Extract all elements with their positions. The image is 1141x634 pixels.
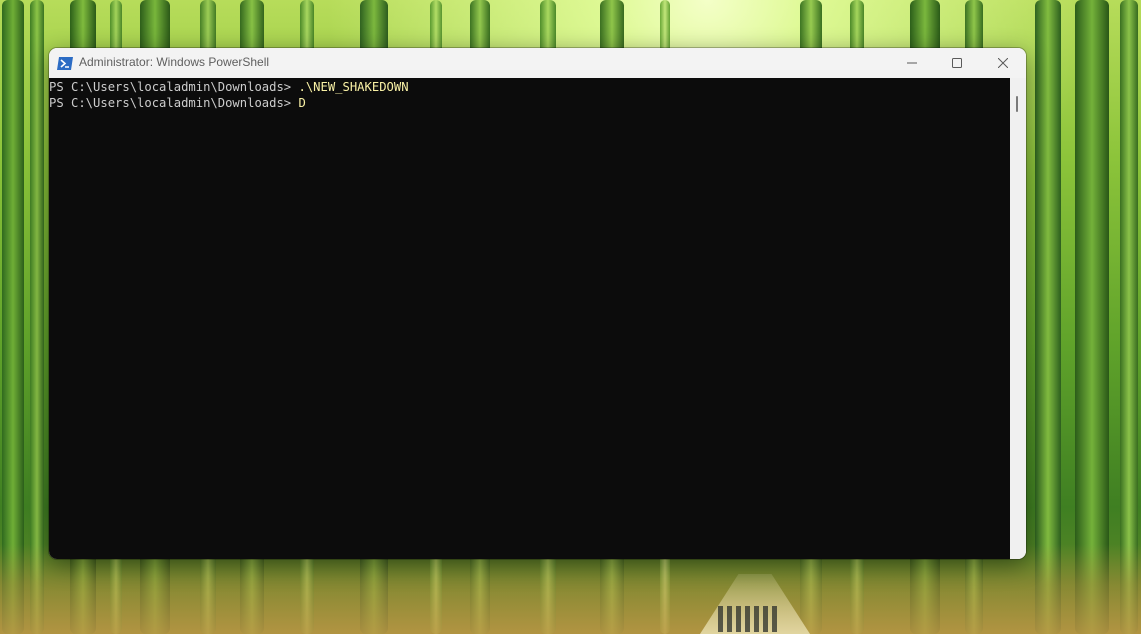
maximize-button[interactable] [934, 48, 980, 78]
powershell-window[interactable]: Administrator: Windows PowerShell PS C:\… [49, 48, 1026, 559]
title-bar[interactable]: Administrator: Windows PowerShell [49, 48, 1026, 78]
console-prompt: PS C:\Users\localadmin\Downloads> [49, 80, 299, 94]
bamboo-stalk [30, 0, 44, 634]
vertical-scrollbar[interactable] [1010, 78, 1026, 559]
console-prompt: PS C:\Users\localadmin\Downloads> [49, 96, 299, 110]
bamboo-stalk [1075, 0, 1109, 634]
console-line: PS C:\Users\localadmin\Downloads> D [49, 95, 306, 111]
close-icon [998, 58, 1008, 68]
bamboo-stalk [2, 0, 24, 634]
console-command: .\NEW_SHAKEDOWN [298, 80, 409, 94]
console-line: PS C:\Users\localadmin\Downloads> .\NEW_… [49, 79, 409, 95]
console-command: D [298, 96, 306, 110]
scrollbar-thumb[interactable] [1016, 96, 1018, 112]
close-button[interactable] [980, 48, 1026, 78]
maximize-icon [952, 58, 962, 68]
window-title: Administrator: Windows PowerShell [79, 55, 270, 69]
people-on-path [718, 606, 780, 632]
minimize-button[interactable] [889, 48, 935, 78]
console-area[interactable]: PS C:\Users\localadmin\Downloads> .\NEW_… [49, 78, 1010, 559]
bamboo-stalk [1120, 0, 1138, 634]
bamboo-stalk [1035, 0, 1061, 634]
minimize-icon [907, 62, 917, 64]
powershell-icon [57, 55, 73, 70]
